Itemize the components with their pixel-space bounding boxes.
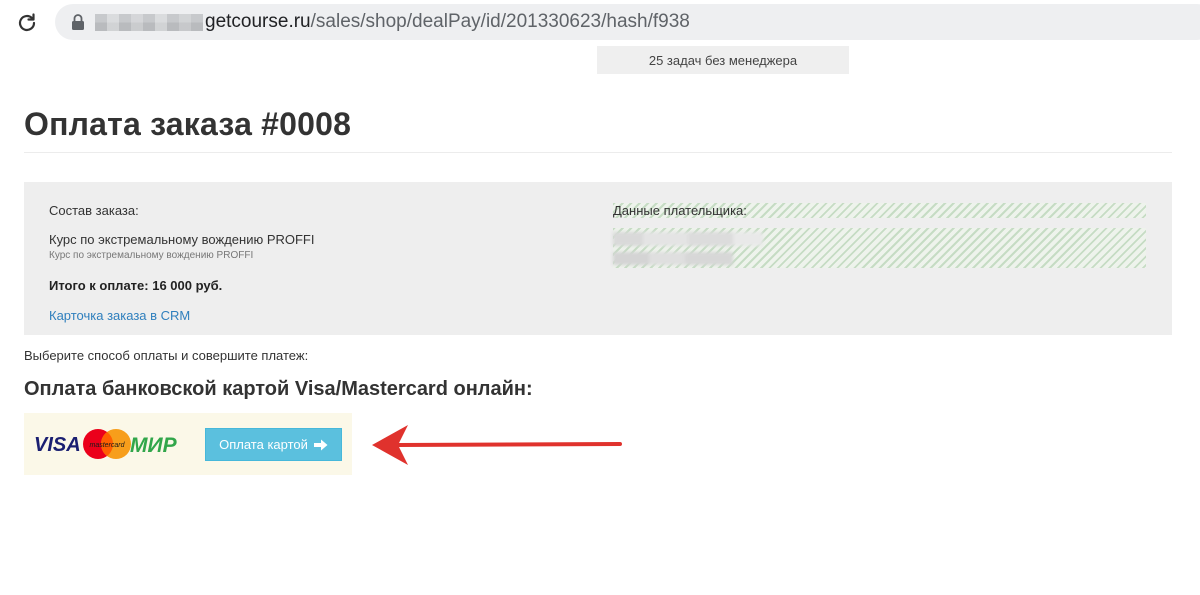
- card-payment-option: VISA mastercard МИР Оплата картой: [24, 413, 352, 475]
- reload-icon[interactable]: [15, 11, 39, 35]
- visa-logo-text: VISA: [34, 434, 81, 456]
- payment-method-heading: Оплата банковской картой Visa/Mastercard…: [24, 378, 533, 400]
- url-path: /sales/shop/dealPay/id/201330623/hash/f9…: [310, 11, 690, 32]
- annotation-arrow-icon: [372, 425, 622, 465]
- tasks-without-manager-tab[interactable]: 25 задач без менеджера: [597, 46, 849, 74]
- browser-address-bar: getcourse.ru/sales/shop/dealPay/id/20133…: [0, 0, 1200, 46]
- visa-logo: VISA: [34, 434, 81, 456]
- card-logos: VISA mastercard МИР: [34, 429, 178, 459]
- product-description: Курс по экстремальному вождению PROFFI: [49, 250, 254, 261]
- order-total: Итого к оплате: 16 000 руб.: [49, 278, 223, 293]
- choose-payment-instruction: Выберите способ оплаты и совершите плате…: [24, 348, 309, 363]
- pay-by-card-label: Оплата картой: [219, 437, 308, 452]
- pay-by-card-button[interactable]: Оплата картой: [205, 428, 342, 461]
- page-title: Оплата заказа #0008: [24, 106, 352, 142]
- url-field[interactable]: getcourse.ru/sales/shop/dealPay/id/20133…: [55, 4, 1200, 40]
- lock-icon[interactable]: [70, 13, 86, 31]
- url-redacted-subdomain: [95, 14, 203, 31]
- tasks-without-manager-label: 25 задач без менеджера: [648, 52, 798, 68]
- mastercard-logo: mastercard: [83, 429, 131, 459]
- url-text: getcourse.ru/sales/shop/dealPay/id/20133…: [205, 11, 690, 33]
- payer-redacted-contact: [613, 252, 733, 265]
- product-name: Курс по экстремальному вождению PROFFI: [49, 232, 315, 247]
- url-domain: getcourse.ru: [205, 11, 311, 32]
- order-summary-panel: Состав заказа: Курс по экстремальному во…: [24, 182, 1172, 335]
- mir-logo: МИР: [130, 434, 178, 457]
- mastercard-logo-text: mastercard: [89, 442, 125, 449]
- arrow-right-icon: [313, 439, 328, 450]
- order-composition-label: Состав заказа:: [49, 203, 139, 218]
- payer-redacted-name: [613, 232, 763, 246]
- title-divider: [24, 152, 1172, 153]
- payer-data-label: Данные плательщика:: [613, 203, 747, 218]
- crm-order-card-link[interactable]: Карточка заказа в CRM: [49, 308, 190, 323]
- mir-logo-text: МИР: [130, 434, 178, 457]
